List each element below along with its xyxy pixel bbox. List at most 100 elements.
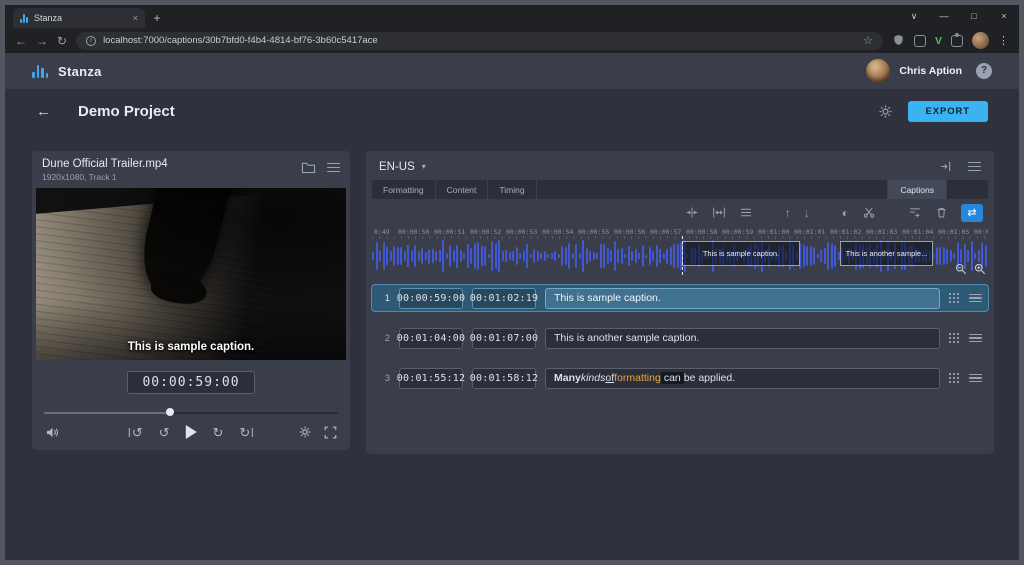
caption-text-field[interactable]: This is another sample caption. (545, 328, 940, 349)
start-timecode-field[interactable]: 00:01:04:00 (399, 328, 463, 349)
step-back-icon[interactable]: ↺ (159, 426, 170, 439)
player-settings-gear-icon[interactable] (298, 425, 312, 439)
caption-row[interactable]: 1 00:00:59:00 00:01:02:19 This is sample… (372, 285, 988, 311)
end-timecode-field[interactable]: 00:01:58:12 (472, 368, 536, 389)
help-button[interactable]: ? (976, 63, 992, 79)
caption-row-menu-icon[interactable] (969, 374, 982, 383)
minimize-button[interactable]: — (929, 5, 959, 27)
tab-captions[interactable]: Captions (887, 180, 946, 199)
stanza-logo-icon (32, 64, 48, 78)
main-content: Dune Official Trailer.mp4 1920x1080, Tra… (5, 134, 1019, 454)
split-caption-icon[interactable] (862, 206, 876, 219)
caption-row[interactable]: 2 00:01:04:00 00:01:07:00 This is anothe… (372, 325, 988, 351)
caption-list: 1 00:00:59:00 00:01:02:19 This is sample… (366, 283, 994, 405)
forward-icon[interactable]: → (36, 35, 48, 47)
bookmark-icon[interactable]: ☆ (863, 34, 873, 47)
open-side-panel-icon[interactable] (939, 160, 953, 173)
captions-panel-header: EN-US ▾ (366, 151, 994, 180)
timeline: 0:4900:00:5000:00:5100:00:5200:00:5300:0… (372, 227, 988, 275)
back-icon[interactable]: ← (15, 35, 27, 47)
start-timecode-field[interactable]: 00:01:55:12 (399, 368, 463, 389)
caption-row[interactable]: 3 00:01:55:12 00:01:58:12 Many kinds of … (372, 365, 988, 391)
shield-extension-icon[interactable] (892, 34, 905, 47)
address-bar[interactable]: i localhost:7000/captions/30b7bfd0-f4b4-… (76, 32, 883, 50)
caption-tabs: Formatting Content Timing Captions (372, 180, 988, 199)
new-tab-button[interactable]: + (145, 8, 169, 28)
add-caption-row-icon[interactable] (908, 206, 922, 219)
browser-tab[interactable]: Stanza × (13, 8, 145, 28)
video-scene-vignette (36, 188, 346, 360)
caption-text-field[interactable]: Many kinds of formatting can be applied. (545, 368, 940, 389)
caption-row-number: 2 (378, 333, 390, 344)
tab-formatting[interactable]: Formatting (372, 180, 436, 199)
browser-menu-icon[interactable]: ⋮ (998, 34, 1009, 47)
language-value: EN-US (379, 161, 415, 173)
project-settings-gear-icon[interactable] (878, 104, 893, 119)
extension-icon[interactable] (914, 35, 926, 47)
browser-window: Stanza × + ∨ — □ × ← → ↻ i localhost:700… (5, 5, 1019, 560)
zoom-controls (955, 263, 986, 275)
video-file-name: Dune Official Trailer.mp4 (42, 158, 168, 170)
export-button[interactable]: EXPORT (908, 101, 988, 122)
tab-close-icon[interactable]: × (133, 13, 138, 23)
back-to-projects-button[interactable]: ← (36, 104, 51, 119)
fit-duration-icon[interactable] (712, 206, 726, 219)
tab-search-icon[interactable]: ∨ (899, 5, 929, 27)
start-timecode-field[interactable]: 00:00:59:00 (399, 288, 463, 309)
end-timecode-field[interactable]: 00:01:02:19 (472, 288, 536, 309)
merge-captions-icon[interactable] (685, 206, 699, 219)
caption-row-number: 1 (378, 293, 390, 304)
zoom-in-icon[interactable] (974, 263, 986, 275)
video-panel: Dune Official Trailer.mp4 1920x1080, Tra… (32, 151, 350, 450)
video-preview[interactable]: This is sample caption. (36, 188, 346, 360)
close-button[interactable]: × (989, 5, 1019, 27)
zoom-out-icon[interactable] (955, 263, 967, 275)
move-up-icon[interactable]: ↑ (785, 207, 791, 219)
current-timecode-field[interactable]: 00:00:59:00 (127, 371, 254, 394)
browser-profile-avatar[interactable] (972, 32, 989, 49)
video-panel-menu-icon[interactable] (327, 163, 340, 172)
volume-icon[interactable] (45, 426, 61, 439)
maximize-button[interactable]: □ (959, 5, 989, 27)
timeline-caption-segment[interactable]: This is another sample... (840, 241, 933, 266)
user-avatar[interactable] (866, 59, 890, 83)
timeline-ruler: 0:4900:00:5000:00:5100:00:5200:00:5300:0… (372, 227, 988, 239)
video-panel-header: Dune Official Trailer.mp4 1920x1080, Tra… (32, 151, 350, 188)
user-name[interactable]: Chris Aption (899, 65, 962, 77)
caption-toolbar: ↑ ↓ ◐ ⇄ (366, 199, 994, 226)
site-info-icon[interactable]: i (86, 36, 96, 46)
seek-bar[interactable] (44, 407, 338, 417)
caption-text-field[interactable]: This is sample caption. (545, 288, 940, 309)
skip-to-next-caption-icon[interactable]: ↻ (239, 426, 253, 439)
line-layout-icon[interactable] (739, 206, 753, 219)
browser-tab-strip: Stanza × + ∨ — □ × (5, 5, 1019, 28)
reload-icon[interactable]: ↻ (57, 35, 67, 47)
timeline-caption-segment[interactable]: This is sample caption. (682, 241, 800, 266)
media-folder-icon[interactable] (301, 161, 316, 174)
contrast-icon[interactable]: ◐ (842, 207, 849, 219)
step-forward-icon[interactable]: ↻ (213, 426, 224, 439)
tab-content[interactable]: Content (436, 180, 489, 199)
move-down-icon[interactable]: ↓ (804, 207, 810, 219)
skip-to-previous-caption-icon[interactable]: ↺ (129, 426, 143, 439)
caption-grid-handle-icon[interactable] (949, 293, 960, 304)
url-text[interactable]: localhost:7000/captions/30b7bfd0-f4b4-48… (103, 35, 856, 46)
tab-timing[interactable]: Timing (488, 180, 536, 199)
video-file-meta: 1920x1080, Track 1 (42, 172, 168, 182)
seek-handle[interactable] (166, 408, 174, 416)
puzzle-extension-icon[interactable] (951, 35, 963, 47)
vue-devtools-icon[interactable]: V (935, 35, 942, 47)
language-dropdown[interactable]: EN-US ▾ (379, 161, 426, 173)
caption-row-menu-icon[interactable] (969, 334, 982, 343)
captions-panel-menu-icon[interactable] (968, 162, 981, 171)
play-button[interactable] (186, 425, 197, 439)
caption-grid-handle-icon[interactable] (949, 373, 960, 384)
caption-row-menu-icon[interactable] (969, 294, 982, 303)
project-bar: ← Demo Project EXPORT (5, 89, 1019, 134)
sync-shift-icon[interactable]: ⇄ (961, 204, 983, 222)
playhead[interactable] (682, 236, 683, 275)
fullscreen-icon[interactable] (324, 426, 337, 439)
caption-grid-handle-icon[interactable] (949, 333, 960, 344)
end-timecode-field[interactable]: 00:01:07:00 (472, 328, 536, 349)
delete-caption-icon[interactable] (935, 206, 948, 219)
